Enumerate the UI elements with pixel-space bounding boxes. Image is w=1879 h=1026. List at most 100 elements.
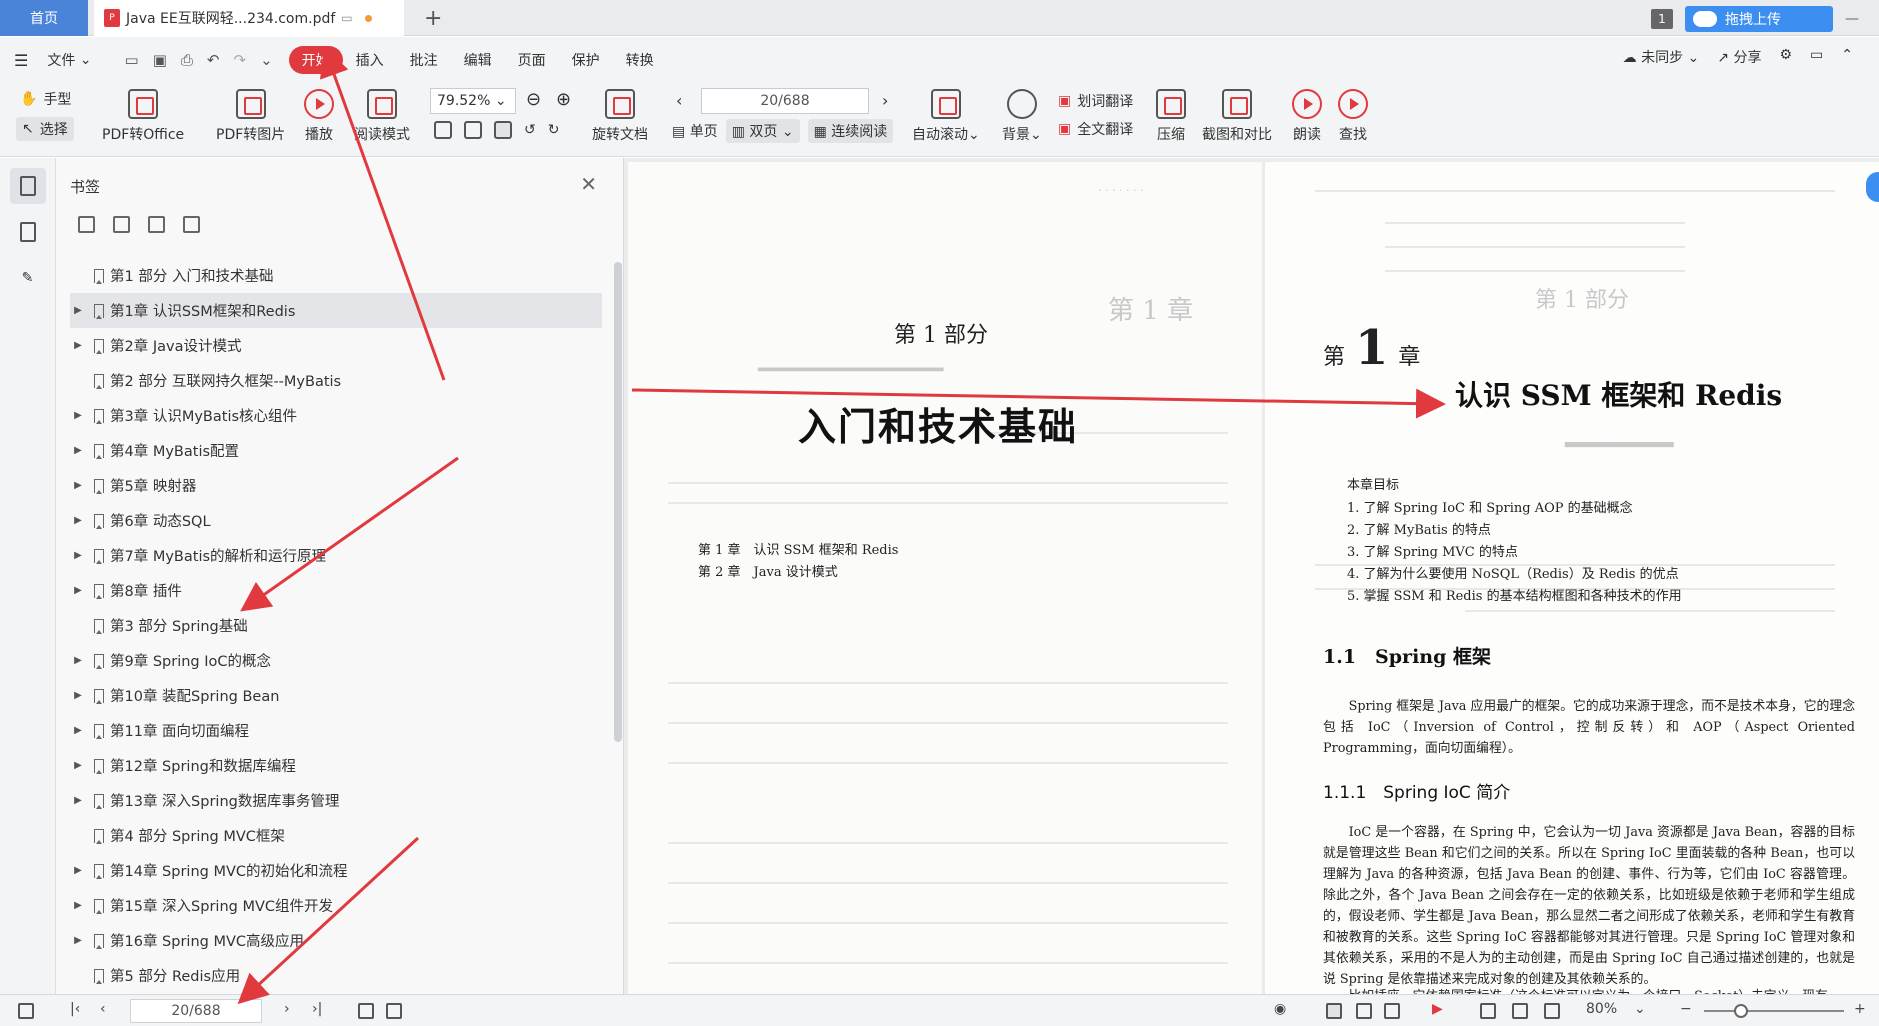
fit-page-icon[interactable]: [1544, 1003, 1560, 1019]
window-count-badge[interactable]: 1: [1651, 9, 1673, 29]
menu-convert[interactable]: 转换: [613, 46, 667, 74]
last-page-icon[interactable]: ›|: [312, 1001, 322, 1017]
expand-arrow-icon[interactable]: ▶: [70, 900, 86, 911]
bookmark-item[interactable]: ▶ 第1章 认识SSM框架和Redis: [70, 293, 602, 328]
play-icon[interactable]: ▶: [1432, 1001, 1443, 1017]
expand-arrow-icon[interactable]: ▶: [70, 725, 86, 736]
bookmark-item[interactable]: 第4 部分 Spring MVC框架: [70, 818, 602, 853]
bookmark-item[interactable]: ▶ 第6章 动态SQL: [70, 503, 602, 538]
bookmark-item[interactable]: ▶ 第8章 插件: [70, 573, 602, 608]
add-bookmark-icon[interactable]: [148, 216, 165, 233]
zoom-out-icon[interactable]: −: [1680, 1001, 1692, 1017]
select-tool[interactable]: ↖ 选择: [16, 117, 74, 141]
hamburger-icon[interactable]: ☰: [14, 51, 28, 70]
bookmark-list-icon[interactable]: [183, 216, 200, 233]
pdf-to-image-button[interactable]: PDF转图片: [216, 89, 285, 144]
rotate-left-icon[interactable]: ↺: [524, 122, 536, 138]
fullscreen-icon[interactable]: [1512, 1003, 1528, 1019]
zoom-level[interactable]: 80%: [1586, 1001, 1617, 1017]
pdf-to-office-button[interactable]: PDF转Office: [102, 89, 184, 144]
zoom-input[interactable]: 79.52% ⌄: [430, 88, 516, 114]
side-handle[interactable]: [1866, 172, 1879, 202]
menu-protect[interactable]: 保护: [559, 46, 613, 74]
expand-arrow-icon[interactable]: ▶: [70, 515, 86, 526]
zoom-in-icon[interactable]: ⊕: [556, 89, 571, 110]
back-icon[interactable]: [358, 1003, 374, 1019]
bookmark-item[interactable]: 第2 部分 互联网持久框架--MyBatis: [70, 363, 602, 398]
monitor-icon[interactable]: ▭: [341, 11, 352, 25]
sync-status[interactable]: ☁ 未同步 ⌄: [1623, 47, 1700, 67]
new-tab-button[interactable]: +: [424, 6, 442, 31]
expand-arrow-icon[interactable]: ▶: [70, 795, 86, 806]
zoom-slider[interactable]: [1704, 1010, 1844, 1012]
bookmark-item[interactable]: ▶ 第9章 Spring IoC的概念: [70, 643, 602, 678]
minimize-icon[interactable]: —: [1845, 11, 1859, 27]
thumbnail-rail-button[interactable]: [10, 214, 46, 250]
menu-file[interactable]: 文件 ⌄: [34, 46, 104, 74]
play-button[interactable]: 播放: [304, 89, 334, 144]
bookmark-item[interactable]: ▶ 第16章 Spring MVC高级应用: [70, 923, 602, 958]
bookmark-item[interactable]: ▶ 第10章 装配Spring Bean: [70, 678, 602, 713]
collapse-icon[interactable]: ⌃: [1841, 47, 1853, 67]
bookmark-item[interactable]: ▶ 第11章 面向切面编程: [70, 713, 602, 748]
next-page-icon[interactable]: ›: [882, 91, 888, 110]
bookmark-item[interactable]: ▶ 第12章 Spring和数据库编程: [70, 748, 602, 783]
open-icon[interactable]: ▭: [125, 51, 139, 69]
compress-button[interactable]: 压缩: [1156, 89, 1186, 144]
expand-arrow-icon[interactable]: ▶: [70, 305, 86, 316]
double-page-button[interactable]: ▥ 双页 ⌄: [725, 119, 800, 143]
save-icon[interactable]: ▣: [153, 51, 167, 69]
single-page-button[interactable]: ▤ 单页: [672, 121, 718, 141]
feedback-icon[interactable]: ▭: [1810, 47, 1823, 67]
share-button[interactable]: ↗ 分享: [1717, 47, 1761, 67]
rotate-doc-button[interactable]: 旋转文档: [592, 89, 648, 144]
menu-comment[interactable]: 批注: [397, 46, 451, 74]
next-page-icon[interactable]: ›: [284, 1001, 290, 1017]
expand-arrow-icon[interactable]: ▶: [70, 690, 86, 701]
fit-icon[interactable]: [1480, 1003, 1496, 1019]
expand-arrow-icon[interactable]: ▶: [70, 410, 86, 421]
settings-icon[interactable]: ⚙: [1779, 47, 1792, 67]
more-icon[interactable]: ⌄: [260, 51, 273, 69]
autoscroll-button[interactable]: 自动滚动⌄: [912, 89, 980, 144]
hand-tool[interactable]: ✋ 手型: [20, 89, 71, 109]
menu-insert[interactable]: 插入: [343, 46, 397, 74]
expand-arrow-icon[interactable]: ▶: [70, 865, 86, 876]
prev-page-icon[interactable]: ‹: [676, 91, 682, 110]
collapse-all-icon[interactable]: [113, 216, 130, 233]
menu-page[interactable]: 页面: [505, 46, 559, 74]
word-translate-button[interactable]: ▣ 划词翻译: [1058, 91, 1133, 111]
first-page-icon[interactable]: |‹: [70, 1001, 80, 1017]
bookmark-item[interactable]: ▶ 第5章 映射器: [70, 468, 602, 503]
rotate-right-icon[interactable]: ↻: [548, 122, 560, 138]
full-translate-button[interactable]: ▣ 全文翻译: [1058, 119, 1133, 139]
bookmark-rail-button[interactable]: [9, 168, 46, 204]
print-icon[interactable]: ⎙: [181, 51, 193, 69]
search-button[interactable]: 查找: [1338, 89, 1368, 144]
expand-arrow-icon[interactable]: ▶: [70, 655, 86, 666]
zoom-dropdown-icon[interactable]: ⌄: [1634, 1001, 1646, 1017]
tab-document[interactable]: P Java EE互联网轻...234.com.pdf ▭: [94, 0, 404, 36]
bookmark-item[interactable]: ▶ 第2章 Java设计模式: [70, 328, 602, 363]
continuous-view-icon[interactable]: [1326, 1003, 1342, 1019]
expand-arrow-icon[interactable]: ▶: [70, 760, 86, 771]
menu-edit[interactable]: 编辑: [451, 46, 505, 74]
zoom-knob[interactable]: [1734, 1004, 1748, 1018]
undo-icon[interactable]: ↶: [207, 51, 220, 69]
fit-width-icon[interactable]: [434, 121, 452, 139]
eye-icon[interactable]: ◉: [1274, 1001, 1286, 1017]
bookmark-item[interactable]: ▶ 第4章 MyBatis配置: [70, 433, 602, 468]
expand-arrow-icon[interactable]: ▶: [70, 445, 86, 456]
continuous-button[interactable]: ▦ 连续阅读: [807, 119, 894, 143]
actual-size-icon[interactable]: [494, 121, 512, 139]
zoom-out-icon[interactable]: ⊖: [526, 89, 541, 110]
annotation-rail-button[interactable]: ✎: [10, 260, 46, 296]
expand-arrow-icon[interactable]: ▶: [70, 340, 86, 351]
expand-arrow-icon[interactable]: ▶: [70, 935, 86, 946]
panel-scrollbar[interactable]: [614, 262, 622, 742]
expand-arrow-icon[interactable]: ▶: [70, 585, 86, 596]
double-view-icon[interactable]: [1384, 1003, 1400, 1019]
forward-icon[interactable]: [386, 1003, 402, 1019]
fit-page-icon[interactable]: [464, 121, 482, 139]
read-mode-button[interactable]: 阅读模式: [354, 89, 410, 144]
